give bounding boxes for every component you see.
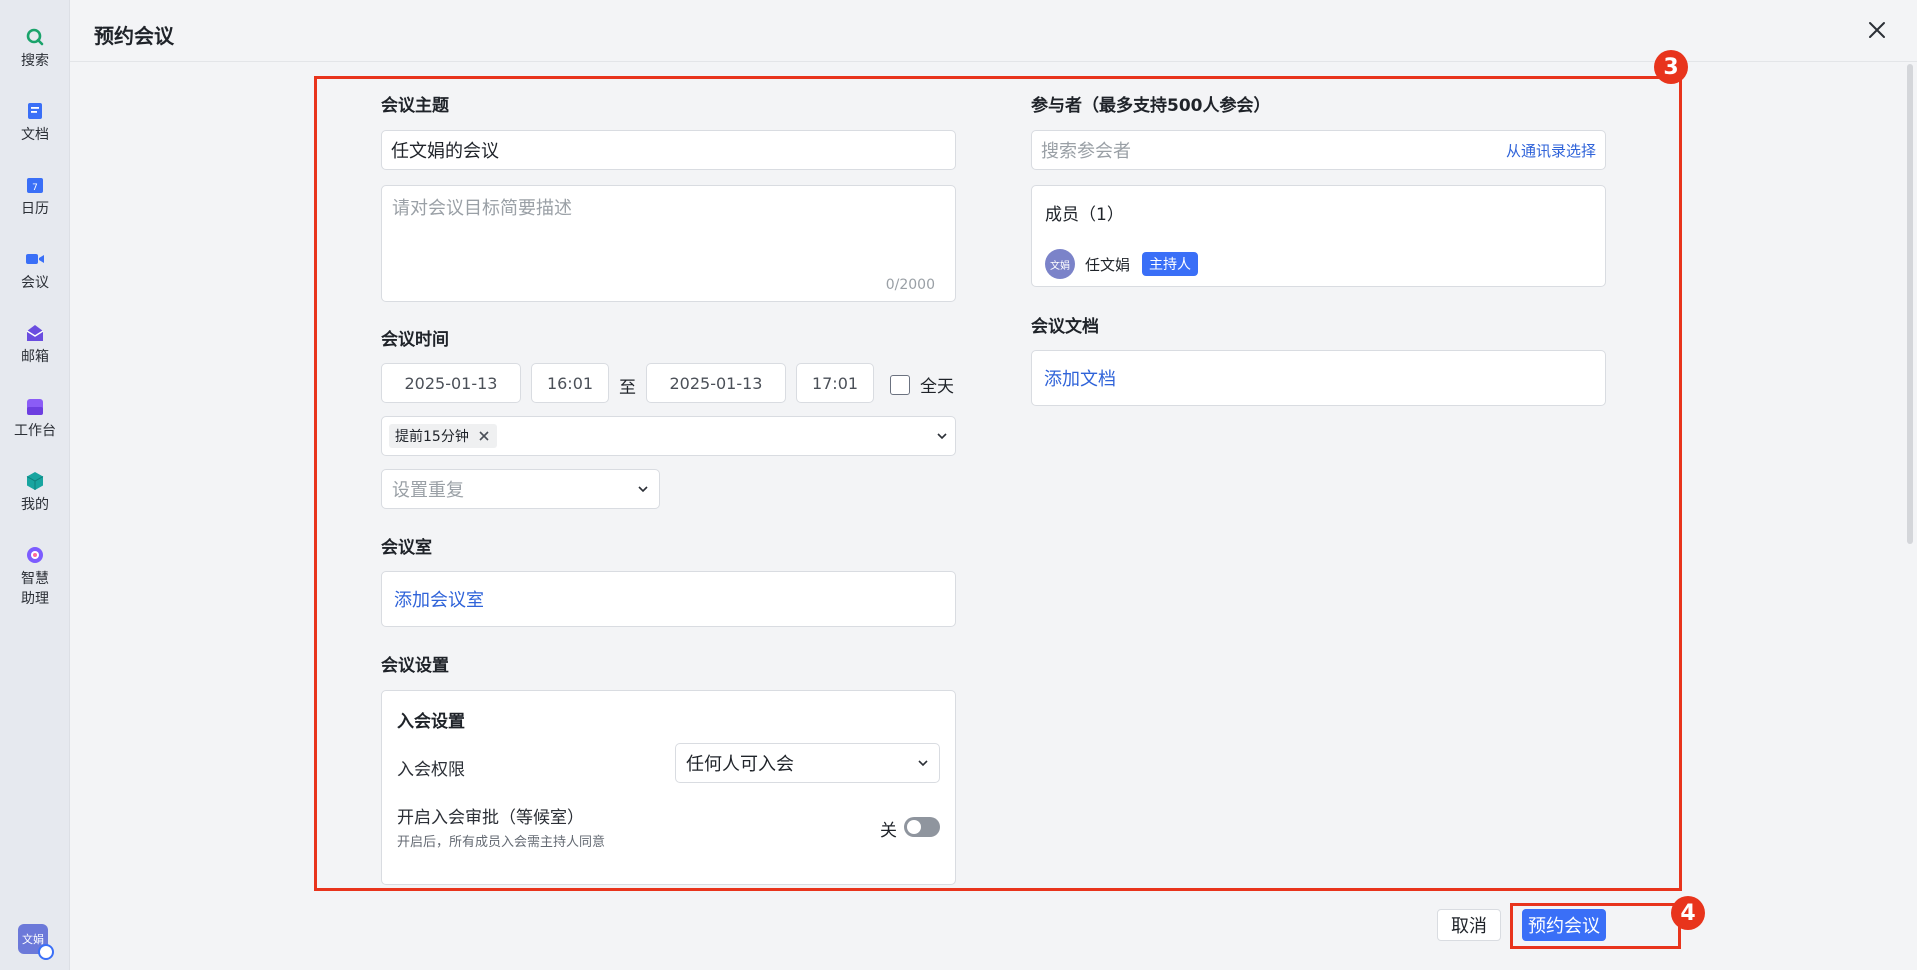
- cube-icon: [25, 471, 45, 491]
- annotation-frame-3: [314, 76, 1682, 891]
- calendar-icon: 7: [25, 175, 45, 195]
- scrollbar[interactable]: [1907, 64, 1913, 544]
- workbench-icon: [25, 397, 45, 417]
- sidebar-item-workbench[interactable]: 工作台: [0, 397, 70, 441]
- dialog-header: 预约会议: [70, 0, 1917, 62]
- document-icon: [25, 101, 45, 121]
- page-title: 预约会议: [94, 24, 174, 48]
- annotation-step-4: 4: [1671, 896, 1705, 930]
- close-icon: [1869, 22, 1885, 38]
- sidebar-item-docs[interactable]: 文档: [0, 101, 70, 145]
- annotation-step-3: 3: [1654, 50, 1688, 84]
- schedule-meeting-button[interactable]: 预约会议: [1522, 909, 1606, 941]
- sidebar-item-label: 文档: [21, 127, 49, 143]
- svg-text:7: 7: [32, 183, 38, 193]
- mail-icon: [25, 323, 45, 343]
- search-icon: [25, 27, 45, 47]
- status-dot: [38, 944, 54, 960]
- sidebar-item-label: 搜索: [21, 53, 49, 69]
- video-meeting-icon: [25, 249, 45, 269]
- sidebar-item-label: 工作台: [14, 423, 56, 439]
- sidebar-item-calendar[interactable]: 7 日历: [0, 175, 70, 219]
- sidebar-item-mine[interactable]: 我的: [0, 471, 70, 515]
- sidebar-item-label: 会议: [21, 275, 49, 291]
- sidebar-item-assistant[interactable]: 智慧 助理: [0, 545, 70, 609]
- sidebar-item-mail[interactable]: 邮箱: [0, 323, 70, 367]
- sidebar: 搜索 文档 7 日历 会议 邮箱 工作台 我的 智慧 助理 文娟: [0, 0, 70, 970]
- sidebar-item-search[interactable]: 搜索: [0, 27, 70, 71]
- user-avatar[interactable]: 文娟: [18, 924, 54, 960]
- sidebar-item-meeting[interactable]: 会议: [0, 249, 70, 293]
- assistant-icon: [25, 545, 45, 565]
- sidebar-item-label: 日历: [21, 201, 49, 217]
- sidebar-item-label: 智慧 助理: [21, 571, 49, 607]
- sidebar-item-label: 邮箱: [21, 349, 49, 365]
- close-button[interactable]: [1865, 18, 1889, 42]
- cancel-button[interactable]: 取消: [1437, 909, 1501, 941]
- sidebar-item-label: 我的: [21, 497, 49, 513]
